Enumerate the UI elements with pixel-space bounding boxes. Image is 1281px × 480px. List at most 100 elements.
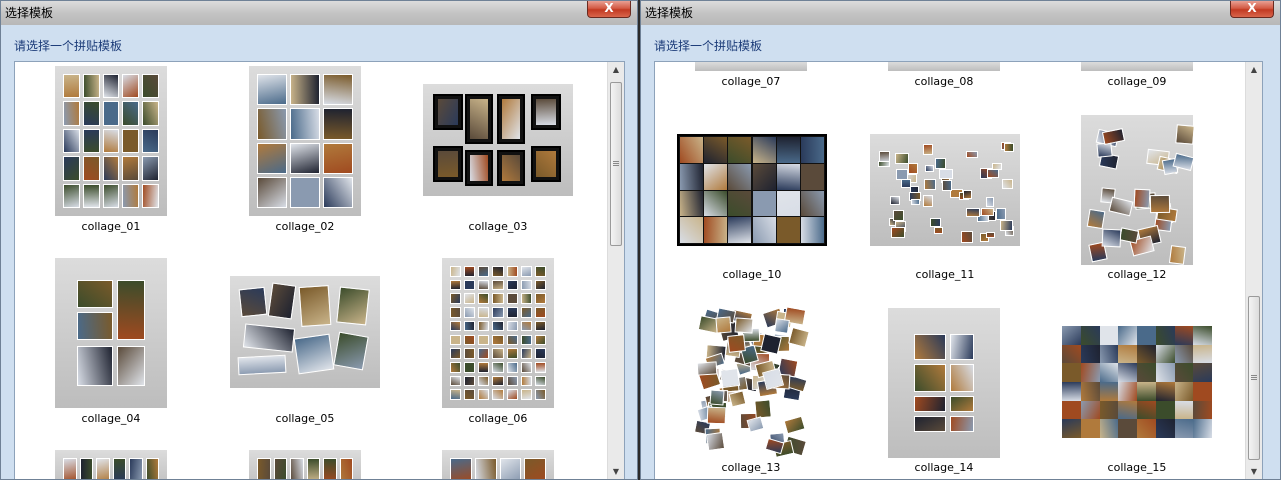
template-item-collage-03[interactable]: collage_03 [423,84,575,241]
template-item-collage-05[interactable]: collage_05 [230,276,382,428]
photo-tile [1099,382,1119,401]
template-label: collage_04 [81,412,141,425]
template-list: collage_01 collage_02 collage_03 collage… [14,61,625,479]
photo-tile [506,266,518,277]
photo-tile [536,151,556,177]
template-item-collage-02[interactable]: collage_02 [249,66,364,241]
photo-tile [520,389,532,400]
photo-tile [1193,344,1212,364]
photo-tile [520,266,532,277]
scroll-down-arrow-icon[interactable]: ▼ [1246,464,1262,479]
template-item-partial[interactable] [55,450,170,479]
template-item-collage-11[interactable]: collage_11 [870,134,1022,284]
vertical-scrollbar[interactable]: ▲ ▼ [607,62,624,479]
title-bar[interactable]: 选择模板 X [641,1,1280,25]
photo-tile [1193,326,1212,345]
photo-tile [1155,363,1175,382]
template-item-collage-10[interactable]: collage_10 [677,134,829,284]
close-button[interactable]: X [1230,1,1274,18]
photo-tile [788,326,811,348]
scrollbar-thumb[interactable] [610,82,622,246]
photo-tile [963,189,973,200]
photo-tile [323,458,337,479]
photo-tile [102,183,120,208]
photo-tile [1137,382,1156,401]
photo-tile [719,367,741,388]
template-thumbnail [870,134,1020,246]
photo-tile [1086,208,1106,230]
photo-tile [878,160,891,168]
template-item-collage-15[interactable]: collage_15 [1062,326,1214,478]
template-item-collage-13[interactable]: collage_13 [694,306,811,478]
photo-tile [534,334,546,346]
photo-tile [82,74,100,99]
template-item-collage-01[interactable]: collage_01 [55,66,170,241]
template-item-collage-14[interactable]: collage_14 [888,308,1003,478]
template-label: collage_12 [1107,268,1167,281]
photo-tile [464,334,476,346]
photo-tile [102,74,120,99]
template-thumbnail [1081,62,1193,71]
template-item-collage-07[interactable]: collage_07 [695,62,810,92]
photo-tile [1062,363,1081,382]
photo-tile [534,293,546,305]
template-thumbnail [694,306,811,459]
template-item-partial[interactable] [249,450,364,479]
photo-tile [478,361,490,373]
photo-tile [1062,326,1081,345]
photo-tile [237,354,287,376]
scroll-down-arrow-icon[interactable]: ▼ [608,464,624,479]
photo-tile [267,282,297,320]
photo-tile [704,137,728,163]
template-item-collage-12[interactable]: collage_12 [1081,115,1196,285]
template-thumbnail [55,450,167,479]
template-item-collage-08[interactable]: collage_08 [888,62,1003,92]
photo-tile [63,183,80,208]
photo-tile [142,128,159,154]
photo-tile [895,152,909,164]
photo-tile [323,142,353,174]
template-item-partial[interactable] [442,450,557,479]
photo-tile [914,396,946,412]
photo-tile [704,163,728,190]
photo-tile [935,158,947,169]
scroll-up-arrow-icon[interactable]: ▲ [608,62,624,78]
photo-frame [497,150,525,186]
photo-tile [705,431,726,451]
photo-tile [63,156,80,181]
photo-tile [534,320,546,332]
photo-tile [520,334,532,346]
vertical-scrollbar[interactable]: ▲ ▼ [1245,62,1262,479]
photo-tile [63,458,77,479]
photo-tile [696,360,718,376]
photo-tile [986,231,996,239]
title-bar[interactable]: 选择模板 X [1,1,637,25]
scroll-up-arrow-icon[interactable]: ▲ [1246,62,1262,78]
photo-tile [950,396,974,412]
close-button[interactable]: X [587,1,631,18]
photo-tile [520,348,532,359]
photo-tile [754,399,773,419]
photo-tile [534,375,546,387]
template-item-collage-06[interactable]: collage_06 [442,258,557,428]
template-thumbnail [888,62,1000,71]
photo-tile [323,108,353,140]
photo-tile [680,217,704,243]
photo-tile [746,415,765,433]
photo-tile [438,151,458,177]
photo-tile [752,163,776,190]
photo-tile [1193,363,1212,382]
photo-tile [450,320,462,332]
photo-tile [122,128,140,154]
photo-tile [706,406,727,425]
photo-tile [450,348,462,359]
photo-tile [680,190,704,217]
scrollbar-thumb[interactable] [1248,296,1260,460]
photo-tile [290,108,320,140]
photo-tile [122,74,140,99]
template-label: collage_10 [722,268,782,281]
photo-tile [752,217,776,243]
photo-tile [339,458,353,479]
template-item-collage-04[interactable]: collage_04 [55,258,170,428]
template-item-collage-09[interactable]: collage_09 [1081,62,1196,92]
